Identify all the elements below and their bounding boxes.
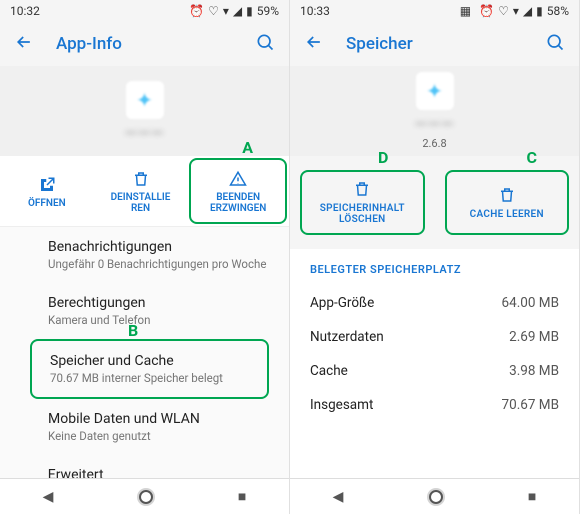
nav-bar: ◀ ■ — [0, 478, 289, 514]
warning-icon — [229, 170, 247, 188]
open-icon — [38, 176, 56, 194]
row-cache: Cache 3.98 MB — [290, 354, 579, 388]
list-item-notifications[interactable]: Benachrichtigungen Ungefähr 0 Benachrich… — [0, 227, 289, 283]
row-userdata: Nutzerdaten 2.69 MB — [290, 320, 579, 354]
search-icon[interactable] — [545, 32, 565, 56]
wifi-icon: ▾ — [223, 4, 229, 18]
app-version: 2.6.8 — [422, 137, 446, 150]
settings-list: Benachrichtigungen Ungefähr 0 Benachrich… — [0, 227, 289, 478]
app-icon: ✦ — [416, 72, 454, 110]
signal-icon: ◢ — [523, 4, 532, 18]
cache-label: Cache — [310, 363, 348, 379]
back-icon[interactable] — [304, 32, 324, 56]
nav-recent-icon[interactable]: ■ — [238, 488, 246, 505]
battery-icon: ▮ — [246, 4, 253, 18]
perm-title: Berechtigungen — [48, 295, 269, 311]
battery-icon: ▮ — [536, 4, 543, 18]
app-bar: Speicher — [290, 22, 579, 66]
phone-right: 10:33 ▦ ⏰ ♡ ▾ ◢ ▮ 58% Speicher ✦ ——— 2.6… — [290, 0, 580, 514]
vibrate-icon: ♡ — [208, 4, 219, 18]
alarm-icon: ⏰ — [479, 4, 494, 18]
battery-pct: 59% — [257, 4, 279, 18]
appsize-value: 64.00 MB — [502, 295, 559, 311]
app-name: ——— — [415, 114, 455, 133]
status-bar: 10:33 ▦ ⏰ ♡ ▾ ◢ ▮ 58% — [290, 0, 579, 22]
cache-value: 3.98 MB — [509, 363, 559, 379]
row-appsize: App-Größe 64.00 MB — [290, 286, 579, 320]
list-item-permissions[interactable]: Berechtigungen Kamera und Telefon — [0, 283, 289, 339]
list-item-storage[interactable]: Speicher und Cache 70.67 MB interner Spe… — [30, 339, 269, 399]
list-item-advanced[interactable]: ⌄ Erweitert Akku, Standardmäßig öffnen, … — [0, 455, 289, 478]
total-value: 70.67 MB — [502, 397, 559, 413]
clear-cache-label: CACHE LEEREN — [470, 209, 544, 220]
vibrate-icon: ♡ — [498, 4, 509, 18]
uninstall-label: DEINSTALLIE REN — [111, 192, 171, 214]
clear-storage-button[interactable]: SPEICHERINHALT LÖSCHEN — [300, 170, 425, 235]
total-label: Insgesamt — [310, 397, 373, 413]
status-time: 10:33 — [300, 4, 330, 18]
status-right: ⏰ ♡ ▾ ◢ ▮ 59% — [189, 4, 279, 18]
app-hero: ✦ ——— 2.6.8 — [290, 66, 579, 156]
back-icon[interactable] — [14, 32, 34, 56]
userdata-value: 2.69 MB — [509, 329, 559, 345]
forcestop-button[interactable]: BEENDEN ERZWINGEN — [189, 158, 287, 224]
section-header: BELEGTER SPEICHERPLATZ — [290, 249, 579, 286]
data-title: Mobile Daten und WLAN — [48, 411, 269, 427]
signal-icon: ◢ — [233, 4, 242, 18]
trash-icon — [353, 180, 371, 198]
callout-a: A — [242, 138, 253, 157]
clear-storage-label: SPEICHERINHALT LÖSCHEN — [306, 203, 419, 225]
action-row: A ÖFFNEN DEINSTALLIE REN BEENDEN ERZWING… — [0, 156, 289, 227]
open-label: ÖFFNEN — [28, 198, 66, 209]
open-button[interactable]: ÖFFNEN — [0, 156, 94, 226]
notif-title: Benachrichtigungen — [48, 239, 269, 255]
nav-back-icon[interactable]: ◀ — [333, 489, 344, 505]
wifi-icon: ▾ — [513, 4, 519, 18]
trash-icon — [132, 170, 150, 188]
nav-home-icon[interactable] — [139, 490, 153, 504]
app-name: ——— — [125, 123, 165, 142]
status-right: ▦ ⏰ ♡ ▾ ◢ ▮ 58% — [460, 4, 569, 18]
app-icon: ✦ — [126, 81, 164, 119]
data-sub: Keine Daten genutzt — [48, 429, 269, 443]
row-total: Insgesamt 70.67 MB — [290, 388, 579, 422]
callout-c: C — [527, 148, 537, 167]
adv-title: Erweitert — [48, 467, 226, 478]
nav-recent-icon[interactable]: ■ — [528, 488, 536, 505]
screenshot-icon: ▦ — [460, 4, 471, 18]
perm-sub: Kamera und Telefon — [48, 313, 269, 327]
nav-home-icon[interactable] — [429, 490, 443, 504]
battery-pct: 58% — [547, 4, 569, 18]
page-title: App-Info — [56, 34, 233, 54]
notif-sub: Ungefähr 0 Benachrichtigungen pro Woche — [48, 257, 269, 271]
alarm-icon: ⏰ — [189, 4, 204, 18]
callout-d: D — [378, 148, 388, 167]
userdata-label: Nutzerdaten — [310, 329, 384, 345]
action-row: D C SPEICHERINHALT LÖSCHEN CACHE LEEREN — [290, 156, 579, 249]
page-title: Speicher — [346, 34, 523, 54]
app-bar: App-Info — [0, 22, 289, 66]
status-time: 10:32 — [10, 4, 40, 18]
storage-sub: 70.67 MB interner Speicher belegt — [50, 371, 247, 385]
uninstall-button[interactable]: DEINSTALLIE REN — [94, 156, 188, 226]
phone-left: 10:32 ⏰ ♡ ▾ ◢ ▮ 59% App-Info ✦ ——— A ÖFF… — [0, 0, 290, 514]
trash-icon — [498, 186, 516, 204]
list-item-data[interactable]: Mobile Daten und WLAN Keine Daten genutz… — [0, 399, 289, 455]
storage-title: Speicher und Cache — [50, 353, 247, 369]
nav-bar: ◀ ■ — [290, 478, 579, 514]
status-bar: 10:32 ⏰ ♡ ▾ ◢ ▮ 59% — [0, 0, 289, 22]
forcestop-label: BEENDEN ERZWINGEN — [195, 192, 281, 214]
storage-content: BELEGTER SPEICHERPLATZ App-Größe 64.00 M… — [290, 249, 579, 478]
appsize-label: App-Größe — [310, 295, 374, 311]
nav-back-icon[interactable]: ◀ — [43, 489, 54, 505]
clear-cache-button[interactable]: CACHE LEEREN — [445, 170, 570, 235]
search-icon[interactable] — [255, 32, 275, 56]
callout-b: B — [128, 321, 138, 340]
